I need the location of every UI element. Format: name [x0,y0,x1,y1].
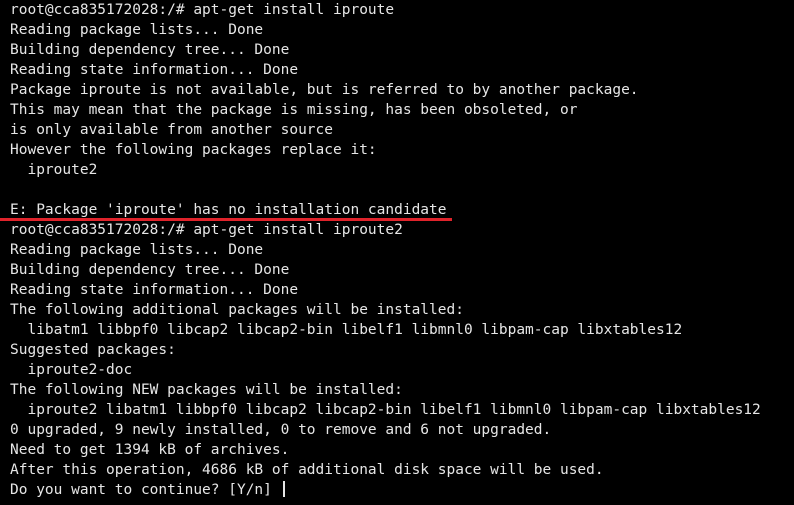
terminal-line: is only available from another source [10,122,334,138]
error-underline [0,218,452,221]
terminal-output: root@cca835172028:/# apt-get install ipr… [10,0,794,500]
terminal-line: Need to get 1394 kB of archives. [10,442,290,458]
terminal-line: Building dependency tree... Done [10,262,290,278]
terminal-line: However the following packages replace i… [10,142,377,158]
terminal-line: After this operation, 4686 kB of additio… [10,462,604,478]
terminal-line: Building dependency tree... Done [10,42,290,58]
terminal-line: The following NEW packages will be insta… [10,382,403,398]
terminal-line: Suggested packages: [10,342,176,358]
terminal-line: Reading state information... Done [10,62,299,78]
terminal-line: root@cca835172028:/# apt-get install ipr… [10,222,403,238]
terminal-line: libatm1 libbpf0 libcap2 libcap2-bin libe… [10,322,683,338]
error-message: E: Package 'iproute' has no installation… [10,202,447,218]
terminal-line: 0 upgraded, 9 newly installed, 0 to remo… [10,422,552,438]
prompt-text: Do you want to continue? [Y/n] [10,482,281,498]
terminal-line: The following additional packages will b… [10,302,464,318]
terminal-line: iproute2 [10,162,98,178]
terminal-line: Reading state information... Done [10,282,299,298]
terminal-line: root@cca835172028:/# apt-get install ipr… [10,2,395,18]
prompt-line[interactable]: Do you want to continue? [Y/n] [10,480,794,500]
terminal-line: Package iproute is not available, but is… [10,82,639,98]
terminal-line: iproute2 libatm1 libbpf0 libcap2 libcap2… [10,402,761,418]
terminal-line: This may mean that the package is missin… [10,102,578,118]
terminal-line: iproute2-doc [10,362,133,378]
terminal-line: Reading package lists... Done [10,22,264,38]
text-cursor [282,481,285,497]
terminal-window[interactable]: root@cca835172028:/# apt-get install ipr… [0,0,794,505]
terminal-line: Reading package lists... Done [10,242,264,258]
